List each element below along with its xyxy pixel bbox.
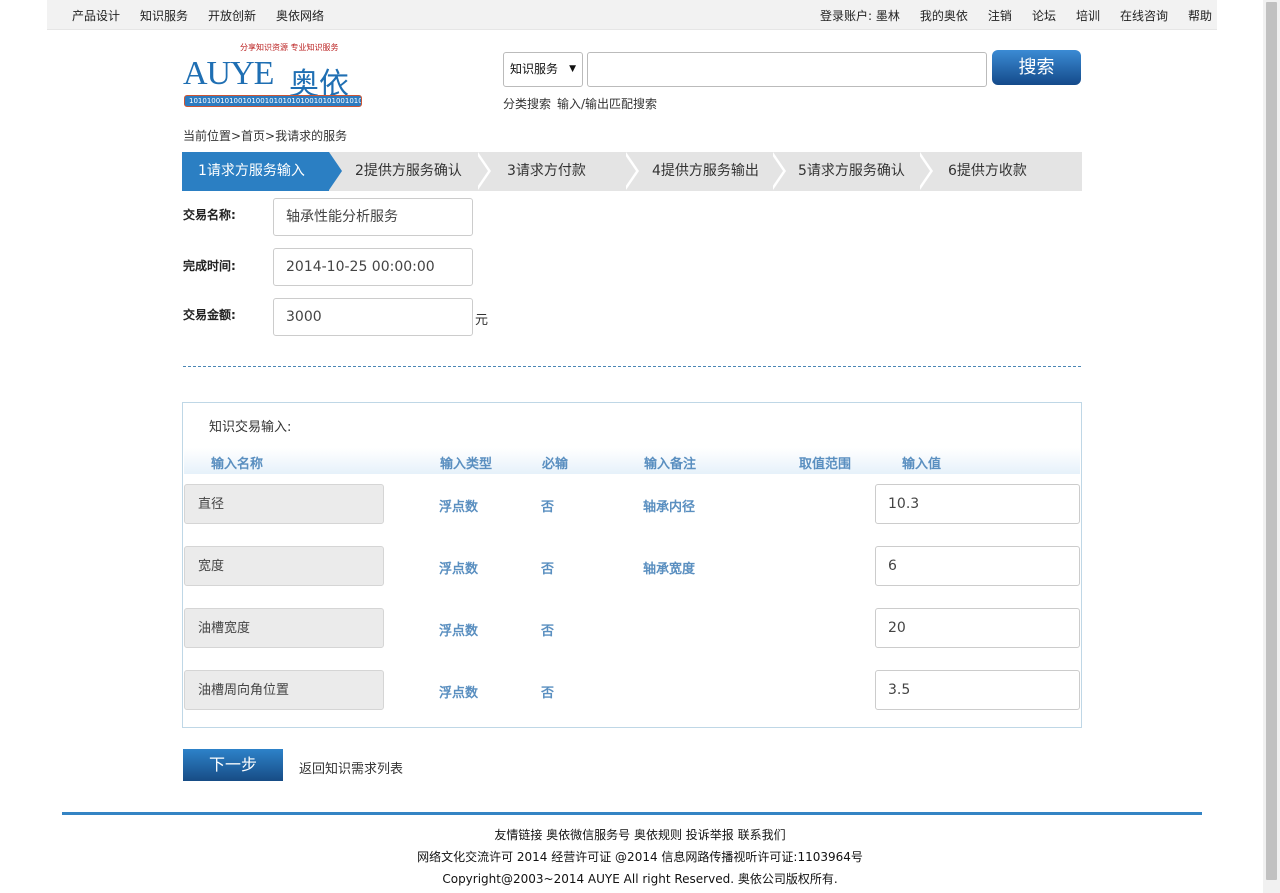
search-category-value: 知识服务 <box>510 62 559 76</box>
back-to-list-link[interactable]: 返回知识需求列表 <box>299 758 403 777</box>
step-6: 6提供方收款 <box>948 163 1027 179</box>
input-name-cell: 直径 <box>184 484 384 524</box>
trade-name-label: 交易名称: <box>183 208 236 222</box>
required-cell: 否 <box>541 500 555 515</box>
finish-time-field[interactable]: 2014-10-25 00:00:00 <box>273 248 473 286</box>
nav-my-auye[interactable]: 我的奥依 <box>920 7 968 24</box>
scrollbar-thumb[interactable] <box>1266 2 1277 880</box>
step-2: 2提供方服务确认 <box>355 163 462 179</box>
logo-text: AUYE <box>183 55 274 92</box>
input-name-cell: 油槽周向角位置 <box>184 670 384 710</box>
search-links: 分类搜索 输入/输出匹配搜索 <box>503 95 663 112</box>
nav-auye-network[interactable]: 奥依网络 <box>276 7 324 24</box>
nav-help[interactable]: 帮助 <box>1188 7 1212 24</box>
breadcrumb: 当前位置>首页>我请求的服务 <box>183 129 348 143</box>
step-5: 5请求方服务确认 <box>798 163 905 179</box>
input-type-cell: 浮点数 <box>439 686 479 701</box>
search-button[interactable]: 搜索 <box>992 50 1081 85</box>
note-cell: 轴承宽度 <box>643 562 696 577</box>
trade-amount-label: 交易金额: <box>183 308 236 322</box>
trade-name-field[interactable]: 轴承性能分析服务 <box>273 198 473 236</box>
table-row: 宽度 浮点数 否 轴承宽度 6 <box>183 546 1081 586</box>
dropdown-arrow-icon: ▼ <box>569 64 576 74</box>
logo-binary-strip: 1010100101001010010101010100101010010101 <box>184 95 362 107</box>
knowledge-input-panel: 知识交易输入: 输入名称 输入类型 必输 输入备注 取值范围 输入值 直径 浮点… <box>182 402 1082 728</box>
footer-license: 网络文化交流许可 2014 经营许可证 @2014 信息网路传播视听许可证:11… <box>417 850 863 864</box>
nav-knowledge-service[interactable]: 知识服务 <box>140 7 188 24</box>
step-3: 3请求方付款 <box>507 163 586 179</box>
col-value-range: 取值范围 <box>799 457 852 472</box>
col-input-note: 输入备注 <box>644 457 697 472</box>
panel-title: 知识交易输入: <box>209 420 292 435</box>
step-arrow <box>770 152 783 190</box>
input-value-field[interactable]: 3.5 <box>875 670 1080 710</box>
required-cell: 否 <box>541 562 555 577</box>
input-name-cell: 油槽宽度 <box>184 608 384 648</box>
step-4: 4提供方服务输出 <box>652 163 759 179</box>
trade-amount-field[interactable]: 3000 <box>273 298 473 336</box>
io-match-search-link[interactable]: 输入/输出匹配搜索 <box>557 97 657 111</box>
input-type-cell: 浮点数 <box>439 562 479 577</box>
nav-forum[interactable]: 论坛 <box>1032 7 1056 24</box>
step-arrow <box>475 152 488 190</box>
footer-copyright: Copyright@2003~2014 AUYE All right Reser… <box>442 872 838 886</box>
footer-divider <box>62 812 1202 815</box>
nav-training[interactable]: 培训 <box>1076 7 1100 24</box>
col-input-value: 输入值 <box>902 457 942 472</box>
footer-links[interactable]: 友情链接 奥依微信服务号 奥依规则 投诉举报 联系我们 <box>0 826 1280 843</box>
amount-unit: 元 <box>475 313 489 328</box>
nav-product-design[interactable]: 产品设计 <box>72 7 120 24</box>
step-1: 1请求方服务输入 <box>198 163 305 179</box>
progress-steps: 1请求方服务输入 2提供方服务确认 3请求方付款 4提供方服务输出 5请求方服务… <box>182 152 1082 191</box>
logo-slogan: 分享知识资源 专业知识服务 <box>240 43 339 52</box>
nav-open-innovation[interactable]: 开放创新 <box>208 7 256 24</box>
table-row: 油槽周向角位置 浮点数 否 3.5 <box>183 670 1081 710</box>
category-search-link[interactable]: 分类搜索 <box>503 97 551 111</box>
top-nav-left: 产品设计 知识服务 开放创新 奥依网络 <box>72 7 344 24</box>
table-row: 直径 浮点数 否 轴承内径 10.3 <box>183 484 1081 524</box>
col-required: 必输 <box>542 457 569 472</box>
finish-time-label: 完成时间: <box>183 259 236 273</box>
next-step-button[interactable]: 下一步 <box>183 749 283 781</box>
input-value-field[interactable]: 10.3 <box>875 484 1080 524</box>
col-input-type: 输入类型 <box>440 457 493 472</box>
section-divider <box>183 366 1081 367</box>
search-category-select[interactable]: 知识服务 ▼ <box>503 52 583 87</box>
login-account[interactable]: 登录账户: 墨林 <box>820 7 900 24</box>
nav-logout[interactable]: 注销 <box>988 7 1012 24</box>
input-type-cell: 浮点数 <box>439 624 479 639</box>
step-arrow <box>623 152 636 190</box>
input-value-field[interactable]: 20 <box>875 608 1080 648</box>
step-arrow <box>917 152 930 190</box>
table-row: 油槽宽度 浮点数 否 20 <box>183 608 1081 648</box>
input-value-field[interactable]: 6 <box>875 546 1080 586</box>
input-type-cell: 浮点数 <box>439 500 479 515</box>
top-nav-bar: 产品设计 知识服务 开放创新 奥依网络 登录账户: 墨林 我的奥依 注销 论坛 培训 在线咨询 帮… <box>47 0 1217 30</box>
search-input[interactable] <box>587 52 987 87</box>
input-name-cell: 宽度 <box>184 546 384 586</box>
step-arrow <box>329 152 342 190</box>
top-nav-right: 登录账户: 墨林 我的奥依 注销 论坛 培训 在线咨询 帮助 <box>800 7 1212 24</box>
note-cell: 轴承内径 <box>643 500 696 515</box>
site-logo[interactable]: 分享知识资源 专业知识服务 AUYE 奥依 101010010100101001… <box>183 43 363 113</box>
vertical-scrollbar[interactable] <box>1263 0 1280 893</box>
table-header: 输入名称 输入类型 必输 输入备注 取值范围 输入值 <box>184 448 1080 474</box>
required-cell: 否 <box>541 624 555 639</box>
required-cell: 否 <box>541 686 555 701</box>
nav-online-consult[interactable]: 在线咨询 <box>1120 7 1168 24</box>
col-input-name: 输入名称 <box>211 457 264 472</box>
